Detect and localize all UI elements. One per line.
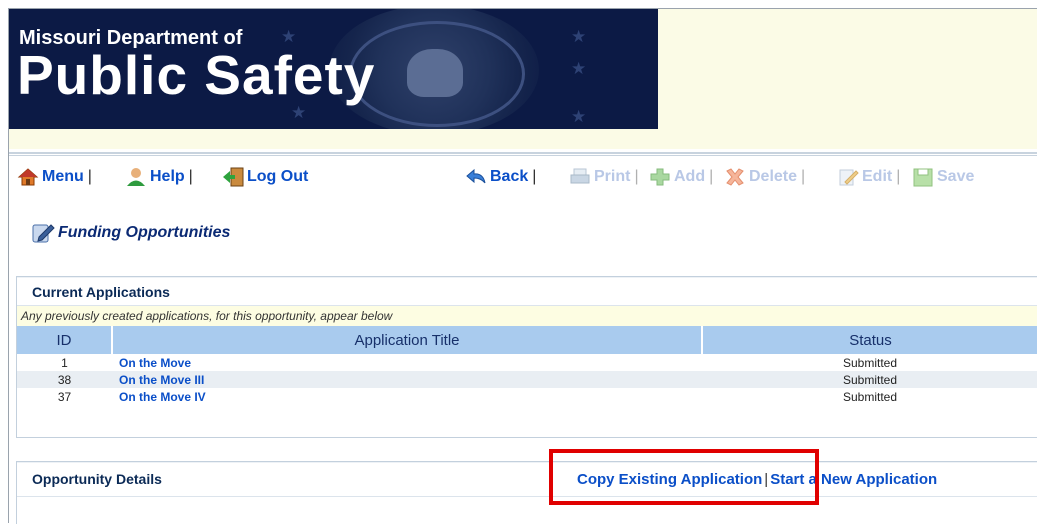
application-id: 1 (61, 355, 68, 370)
toolbar: Menu | Help | Log Out Back | Print | Add… (9, 155, 1037, 196)
highlight-annotation-box (549, 449, 819, 505)
current-applications-heading: Current Applications (32, 284, 170, 300)
edit-button[interactable]: Edit | (837, 167, 904, 187)
application-status: Submitted (842, 355, 898, 370)
panel-header: Current Applications (17, 277, 1037, 306)
print-button[interactable]: Print | (569, 167, 643, 187)
menu-button[interactable]: Menu | (17, 167, 96, 187)
page-title: Funding Opportunities (58, 224, 231, 241)
applications-note: Any previously created applications, for… (17, 306, 1037, 326)
header-divider (9, 152, 1037, 154)
opportunity-details-panel: Opportunity Details Copy Existing Applic… (16, 461, 1037, 524)
help-label: Help (150, 168, 185, 185)
save-button[interactable]: Save (912, 167, 974, 187)
save-disk-icon (912, 167, 934, 187)
table-row: 37 On the Move IV Submitted (17, 388, 1037, 405)
help-button[interactable]: Help | (125, 167, 197, 187)
seal-eagle-icon (407, 49, 463, 97)
table-header-row: ID Application Title Status (17, 326, 1037, 354)
site-header: ★ ★ ★ ★ ★ Missouri Department of Public … (9, 9, 1037, 154)
star-icon: ★ (571, 59, 587, 78)
add-label: Add (674, 168, 706, 185)
application-title-link[interactable]: On the Move (112, 356, 191, 370)
delete-button[interactable]: Delete | (724, 167, 809, 187)
edit-pencil-icon (837, 167, 859, 187)
add-plus-icon (649, 167, 671, 187)
current-applications-panel: Current Applications Any previously crea… (16, 276, 1037, 438)
table-row: 1 On the Move Submitted (17, 354, 1037, 371)
delete-label: Delete (749, 168, 798, 185)
notepad-pencil-icon (31, 222, 55, 244)
back-arrow-icon (465, 167, 487, 187)
application-id: 38 (17, 371, 112, 388)
print-label: Print (594, 168, 631, 185)
page-title-row: Funding Opportunities (31, 222, 230, 244)
site-banner: ★ ★ ★ ★ ★ Missouri Department of Public … (9, 9, 658, 129)
logout-label: Log Out (247, 168, 309, 185)
application-status: Submitted (842, 389, 898, 404)
home-icon (17, 167, 39, 187)
column-header-title[interactable]: Application Title (111, 326, 702, 354)
delete-x-icon (724, 167, 746, 187)
printer-icon (569, 167, 591, 187)
applications-table: ID Application Title Status 1 On the Mov… (17, 326, 1037, 405)
table-row: 38 On the Move III Submitted (17, 371, 1037, 388)
star-icon: ★ (571, 27, 587, 46)
add-button[interactable]: Add | (649, 167, 717, 187)
back-button[interactable]: Back | (465, 167, 540, 187)
save-label: Save (937, 168, 975, 185)
back-label: Back (490, 168, 529, 185)
panel-header: Opportunity Details Copy Existing Applic… (17, 462, 1037, 497)
application-title-link[interactable]: On the Move IV (112, 390, 206, 404)
edit-label: Edit (862, 168, 893, 185)
person-help-icon (125, 167, 147, 187)
logout-button[interactable]: Log Out (222, 167, 308, 187)
menu-label: Menu (42, 168, 84, 185)
opportunity-details-heading: Opportunity Details (32, 471, 162, 487)
star-icon: ★ (571, 107, 587, 126)
column-header-id[interactable]: ID (17, 326, 112, 354)
application-id: 37 (57, 389, 72, 404)
banner-title: Public Safety (17, 44, 376, 106)
application-title-link[interactable]: On the Move III (112, 373, 204, 387)
exit-door-icon (222, 167, 244, 187)
column-header-status[interactable]: Status (701, 326, 1037, 354)
application-status: Submitted (702, 371, 1037, 388)
